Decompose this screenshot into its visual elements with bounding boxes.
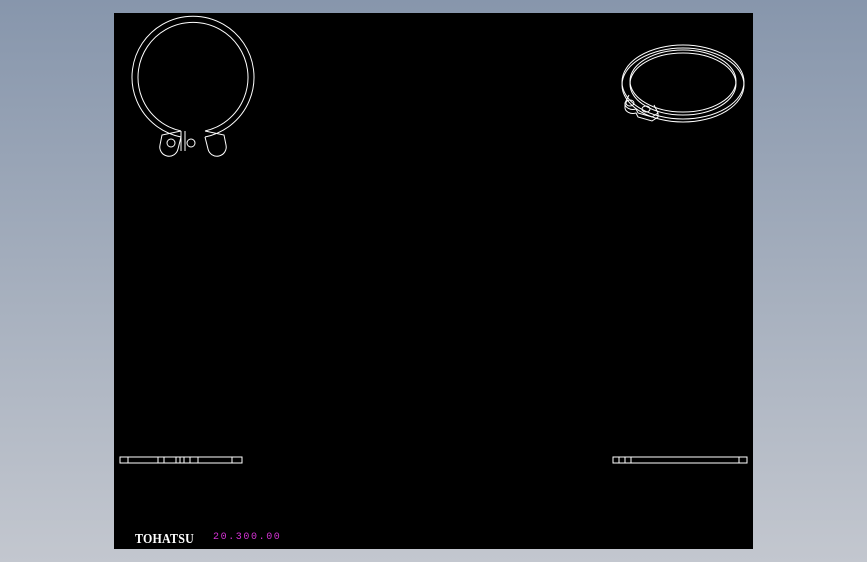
iso-outer-bottom [621,47,745,123]
brand-label: TOHATSU [135,531,194,547]
side-view-right [612,456,748,464]
side-view-left [119,456,243,464]
isometric-view [621,44,745,123]
side-left-outline [119,456,243,464]
front-view-right-lug [204,130,227,157]
front-view-left-lug [159,130,182,157]
front-view-outer-edge [131,15,255,138]
side-right-outline [612,456,748,464]
front-view-inner-edge [137,21,249,132]
front-view [131,15,255,157]
drawing-canvas [119,15,748,464]
front-view-left-hole [166,138,176,148]
iso-inner-top [629,49,737,113]
iso-outer-top [621,44,745,120]
drawing-sheet: TOHATSU 20.300.00 [114,13,753,549]
front-view-right-hole [186,138,196,148]
part-number: 20.300.00 [213,532,282,543]
